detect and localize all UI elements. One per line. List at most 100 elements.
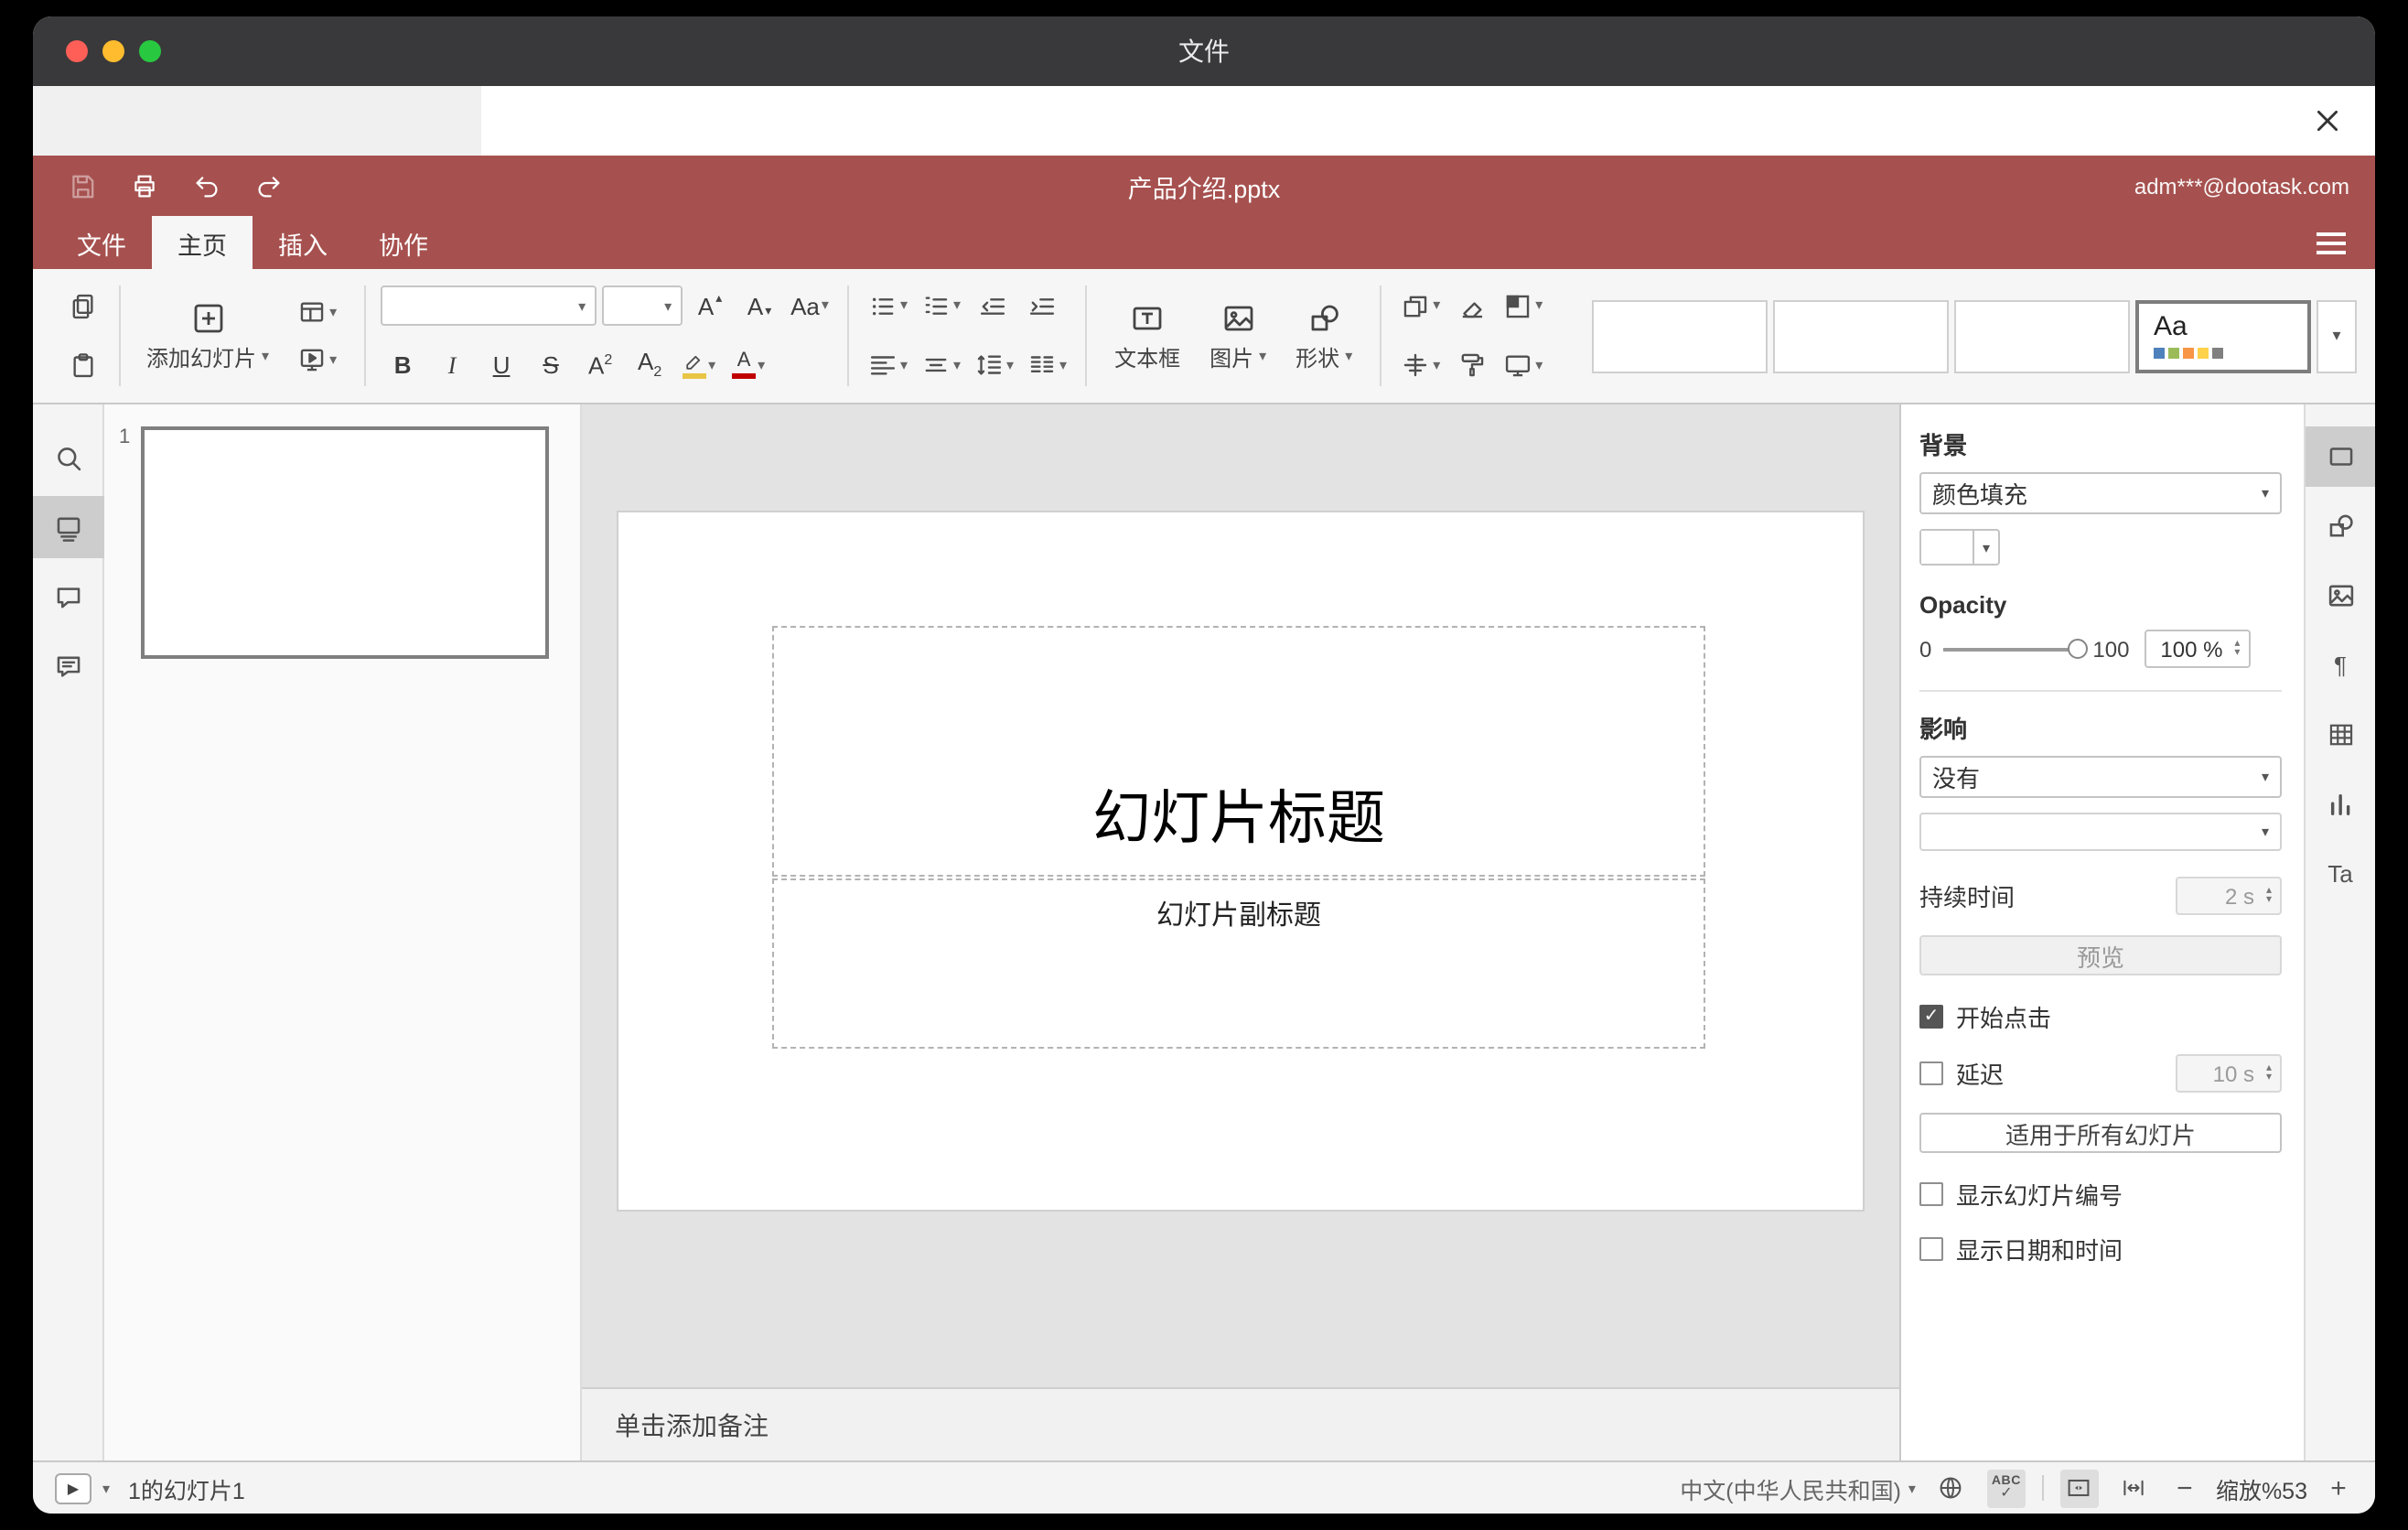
insert-shape-button[interactable]: 形状 ▾ <box>1283 299 1365 372</box>
opacity-slider[interactable] <box>1942 638 2088 658</box>
effect-select[interactable]: 没有 ▾ <box>1919 756 2282 798</box>
arrange-shapes-button[interactable]: ▾ <box>1396 283 1444 330</box>
slide-size-button[interactable]: ▾ <box>1499 342 1546 390</box>
set-language-button[interactable] <box>1932 1469 1971 1507</box>
copy-style-button[interactable] <box>1449 342 1493 390</box>
table-settings-button[interactable] <box>2306 705 2375 765</box>
highlight-color-button[interactable]: ▾ <box>677 342 721 390</box>
bullets-button[interactable]: ▾ <box>864 283 911 330</box>
image-settings-button[interactable] <box>2306 566 2375 626</box>
increase-font-button[interactable]: A ▴ <box>688 283 732 330</box>
chevron-down-icon[interactable]: ▾ <box>102 1480 110 1496</box>
start-preview-button[interactable]: ▶ <box>55 1472 91 1503</box>
decrease-indent-button[interactable] <box>970 283 1014 330</box>
theme-slot-selected[interactable]: Aa <box>2135 299 2311 372</box>
minimize-traffic-light[interactable] <box>102 40 124 62</box>
clear-style-button[interactable] <box>1449 283 1493 330</box>
fit-to-slide-button[interactable] <box>2059 1469 2099 1507</box>
slide[interactable]: 幻灯片标题 幻灯片副标题 <box>618 512 1863 1210</box>
delay-spinner[interactable]: 10 s ▴ ▾ <box>2176 1054 2282 1093</box>
font-size-select[interactable]: ▾ <box>602 286 683 327</box>
vertical-align-button[interactable]: ▾ <box>917 342 964 390</box>
line-spacing-button[interactable]: ▾ <box>970 342 1017 390</box>
spellcheck-button[interactable]: ABC ✓ <box>1986 1469 2026 1507</box>
duration-spinner[interactable]: 2 s ▴ ▾ <box>2176 877 2282 915</box>
save-button[interactable] <box>59 164 106 208</box>
fullscreen-traffic-light[interactable] <box>139 40 161 62</box>
slides-panel-button[interactable] <box>33 496 103 558</box>
theme-slot[interactable] <box>1592 299 1768 372</box>
apply-to-all-button[interactable]: 适用于所有幻灯片 <box>1919 1113 2282 1153</box>
increase-indent-button[interactable] <box>1019 283 1063 330</box>
numbering-button[interactable]: ▾ <box>917 283 964 330</box>
spinner-arrows-icon[interactable]: ▴ ▾ <box>2226 638 2248 658</box>
effect-detail-select[interactable]: ▾ <box>1919 813 2282 851</box>
comments-button[interactable] <box>33 566 103 628</box>
show-date-time-checkbox[interactable] <box>1919 1237 1943 1261</box>
decrease-font-button[interactable]: A ▾ <box>737 283 781 330</box>
slide-settings-button[interactable] <box>2306 426 2375 487</box>
undo-button[interactable] <box>183 164 231 208</box>
underline-button[interactable]: U <box>479 342 523 390</box>
tab-insert[interactable]: 插入 <box>253 216 353 269</box>
language-selector[interactable]: 中文(中华人民共和国) ▾ <box>1680 1471 1916 1505</box>
print-button[interactable] <box>121 164 168 208</box>
strikethrough-button[interactable]: S <box>529 342 573 390</box>
font-name-select[interactable]: ▾ <box>381 286 597 327</box>
delay-checkbox[interactable] <box>1919 1061 1943 1085</box>
fit-to-width-button[interactable] <box>2115 1469 2154 1507</box>
opacity-slider-knob[interactable] <box>2067 638 2088 658</box>
color-scheme-button[interactable]: ▾ <box>1499 283 1546 330</box>
columns-button[interactable]: ▾ <box>1023 342 1070 390</box>
theme-slot[interactable] <box>1954 299 2130 372</box>
slide-thumbnail[interactable] <box>141 426 550 659</box>
zoom-in-button[interactable]: + <box>2324 1472 2353 1503</box>
fill-color-picker[interactable]: ▾ <box>1919 529 2000 566</box>
hamburger-menu-icon[interactable] <box>2306 216 2357 269</box>
insert-image-button[interactable]: 图片 ▾ <box>1197 299 1279 372</box>
background-fill-select[interactable]: 颜色填充 ▾ <box>1919 472 2282 514</box>
insert-textbox-button[interactable]: 文本框 <box>1102 299 1193 372</box>
notes-area[interactable]: 单击添加备注 <box>582 1387 1899 1460</box>
tab-home[interactable]: 主页 <box>152 216 253 269</box>
chart-settings-button[interactable] <box>2306 774 2375 835</box>
paste-button[interactable] <box>60 342 104 390</box>
chat-button[interactable] <box>33 635 103 697</box>
paragraph-settings-button[interactable]: ¶ <box>2306 635 2375 695</box>
superscript-button[interactable]: A2 <box>578 342 622 390</box>
close-traffic-light[interactable] <box>66 40 88 62</box>
bold-button[interactable]: B <box>381 342 425 390</box>
user-account: adm***@dootask.com <box>2134 173 2349 199</box>
slide-canvas[interactable]: 幻灯片标题 幻灯片副标题 <box>582 404 1899 1387</box>
effect-value: 没有 <box>1932 765 1981 792</box>
show-slide-number-checkbox[interactable] <box>1919 1182 1943 1206</box>
subscript-button[interactable]: A2 <box>628 342 672 390</box>
preview-button[interactable]: 预览 <box>1919 935 2282 975</box>
add-slide-button[interactable]: 添加幻灯片 ▾ <box>135 299 280 372</box>
change-case-button[interactable]: Aa ▾ <box>787 283 833 330</box>
textart-settings-button[interactable]: Ta <box>2306 844 2375 904</box>
tab-file[interactable]: 文件 <box>51 216 152 269</box>
start-on-click-row: ✓ 开始点击 <box>1919 999 2282 1034</box>
subtitle-placeholder[interactable]: 幻灯片副标题 <box>772 878 1705 1049</box>
start-slideshow-button[interactable]: ▾ <box>293 336 340 383</box>
horizontal-align-button[interactable]: ▾ <box>864 342 911 390</box>
shape-align-button[interactable]: ▾ <box>1396 342 1444 390</box>
tab-collaboration[interactable]: 协作 <box>353 216 454 269</box>
redo-button[interactable] <box>245 164 293 208</box>
theme-gallery-expand-button[interactable]: ▾ <box>2317 299 2357 372</box>
zoom-out-button[interactable]: − <box>2170 1472 2199 1503</box>
italic-button[interactable]: I <box>430 342 474 390</box>
search-button[interactable] <box>33 426 103 489</box>
fill-type-value: 颜色填充 <box>1932 481 2028 509</box>
chevron-down-icon: ▾ <box>329 303 338 319</box>
copy-button[interactable] <box>60 283 104 330</box>
font-color-button[interactable]: A ▾ <box>726 342 770 390</box>
title-placeholder[interactable]: 幻灯片标题 <box>772 626 1705 877</box>
change-layout-button[interactable]: ▾ <box>293 288 340 336</box>
theme-slot[interactable] <box>1773 299 1949 372</box>
close-icon[interactable] <box>2307 101 2346 139</box>
start-on-click-checkbox[interactable]: ✓ <box>1919 1005 1943 1029</box>
shape-settings-button[interactable] <box>2306 496 2375 556</box>
opacity-spinner[interactable]: 100 % ▴ ▾ <box>2144 630 2251 668</box>
